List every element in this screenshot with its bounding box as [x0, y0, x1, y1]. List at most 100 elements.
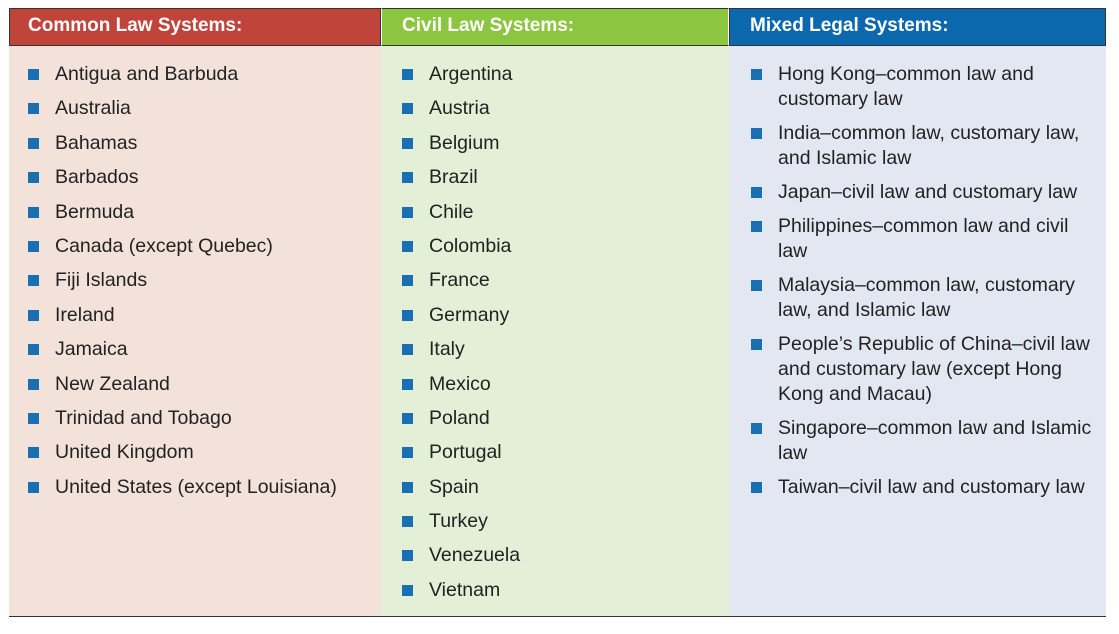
square-bullet-icon: [751, 339, 762, 350]
square-bullet-icon: [28, 412, 39, 424]
list-item: People’s Republic of China–civil law and…: [751, 332, 1106, 407]
list-item-text: Japan–civil law and customary law: [778, 181, 1078, 203]
list-item: Portugal: [402, 440, 729, 465]
square-bullet-icon: [402, 206, 413, 218]
mixed-legal-column: Mixed Legal Systems: Hong Kong–common la…: [729, 8, 1106, 616]
list-item: Ireland: [28, 303, 381, 328]
list-item-text: Turkey: [429, 510, 488, 533]
list-item-text: Portugal: [429, 441, 502, 464]
list-item: Colombia: [402, 234, 729, 259]
list-item: Spain: [402, 475, 729, 500]
list-item-text: India–common law, customary law, and Isl…: [778, 122, 1080, 169]
list-item: India–common law, customary law, and Isl…: [751, 121, 1106, 171]
common-law-header: Common Law Systems:: [9, 8, 381, 46]
list-item-text: Bahamas: [55, 131, 138, 154]
square-bullet-icon: [402, 412, 413, 424]
square-bullet-icon: [402, 275, 413, 287]
list-item: France: [402, 268, 729, 293]
square-bullet-icon: [28, 172, 39, 184]
list-item-text: Chile: [429, 200, 474, 223]
square-bullet-icon: [28, 69, 39, 80]
square-bullet-icon: [28, 378, 39, 390]
square-bullet-icon: [28, 481, 39, 493]
legal-systems-table: Common Law Systems: Antigua and Barbuda A…: [9, 8, 1106, 617]
square-bullet-icon: [751, 187, 762, 198]
list-item-text: Hong Kong–common law and customary law: [778, 63, 1034, 110]
list-item-text: Austria: [429, 97, 490, 120]
list-item-text: Belgium: [429, 131, 500, 154]
square-bullet-icon: [751, 280, 762, 291]
list-item-text: Ireland: [55, 303, 115, 326]
square-bullet-icon: [751, 221, 762, 232]
square-bullet-icon: [402, 240, 413, 252]
list-item-text: Fiji Islands: [55, 269, 148, 292]
list-item-text: New Zealand: [55, 372, 170, 395]
list-item: Italy: [402, 337, 729, 362]
square-bullet-icon: [402, 378, 413, 390]
list-item-text: Barbados: [55, 166, 139, 189]
list-item-text: Singapore–common law and Islamic law: [778, 417, 1092, 464]
list-item: Singapore–common law and Islamic law: [751, 416, 1106, 466]
list-item: Trinidad and Tobago: [28, 406, 381, 431]
list-item: Turkey: [402, 509, 729, 534]
list-item: Australia: [28, 96, 381, 121]
square-bullet-icon: [402, 584, 413, 596]
square-bullet-icon: [28, 103, 39, 115]
square-bullet-icon: [28, 137, 39, 149]
square-bullet-icon: [402, 309, 413, 321]
square-bullet-icon: [402, 550, 413, 562]
square-bullet-icon: [28, 275, 39, 287]
list-item-text: Poland: [429, 406, 490, 429]
square-bullet-icon: [402, 172, 413, 184]
common-law-list: Antigua and Barbuda Australia Bahamas Barba…: [9, 46, 381, 500]
list-item: Canada (except Quebec): [28, 234, 381, 259]
list-item: Vietnam: [402, 578, 729, 603]
list-item-text: Malaysia–common law, customary law, and …: [778, 274, 1075, 321]
civil-law-list: Argentina Austria Belgium Brazil Chile Colomb…: [381, 46, 729, 603]
list-item-text: France: [429, 269, 490, 292]
list-item: Brazil: [402, 165, 729, 190]
list-item-text: People’s Republic of China–civil law and…: [778, 333, 1090, 405]
list-item: Taiwan–civil law and customary law: [751, 475, 1106, 500]
list-item-text: Philippines–common law and civil law: [778, 215, 1069, 262]
list-item-text: United Kingdom: [55, 441, 194, 464]
civil-law-header: Civil Law Systems:: [381, 8, 729, 46]
square-bullet-icon: [751, 482, 762, 493]
list-item: Germany: [402, 303, 729, 328]
list-item: Philippines–common law and civil law: [751, 214, 1106, 264]
list-item: Bahamas: [28, 131, 381, 156]
list-item: Bermuda: [28, 200, 381, 225]
list-item-text: Brazil: [429, 166, 478, 189]
square-bullet-icon: [28, 344, 39, 356]
square-bullet-icon: [402, 447, 413, 459]
list-item: Poland: [402, 406, 729, 431]
list-item-text: Spain: [429, 475, 479, 498]
list-item: Chile: [402, 200, 729, 225]
list-item: United Kingdom: [28, 440, 381, 465]
list-item-text: Mexico: [429, 372, 491, 395]
square-bullet-icon: [402, 344, 413, 356]
square-bullet-icon: [402, 481, 413, 493]
list-item-text: Taiwan–civil law and customary law: [778, 476, 1085, 498]
square-bullet-icon: [402, 69, 413, 80]
list-item-text: Vietnam: [429, 578, 501, 601]
list-item-text: Bermuda: [55, 200, 135, 223]
list-item-text: Antigua and Barbuda: [55, 63, 239, 85]
list-item: New Zealand: [28, 372, 381, 397]
list-item: United States (except Louisiana): [28, 475, 381, 500]
civil-law-column: Civil Law Systems: Argentina Austria Belgi…: [381, 8, 729, 616]
square-bullet-icon: [28, 309, 39, 321]
list-item-text: Trinidad and Tobago: [55, 406, 232, 429]
list-item: Venezuela: [402, 543, 729, 568]
mixed-legal-list: Hong Kong–common law and customary law In…: [729, 46, 1106, 500]
list-item: Japan–civil law and customary law: [751, 180, 1106, 205]
list-item: Jamaica: [28, 337, 381, 362]
list-item-text: Colombia: [429, 234, 512, 257]
list-item-text: Argentina: [429, 63, 513, 85]
square-bullet-icon: [751, 423, 762, 434]
list-item: Argentina: [402, 62, 729, 87]
list-item: Barbados: [28, 165, 381, 190]
common-law-body: Antigua and Barbuda Australia Bahamas Barba…: [9, 46, 381, 616]
list-item: Fiji Islands: [28, 268, 381, 293]
list-item-text: Jamaica: [55, 338, 128, 361]
